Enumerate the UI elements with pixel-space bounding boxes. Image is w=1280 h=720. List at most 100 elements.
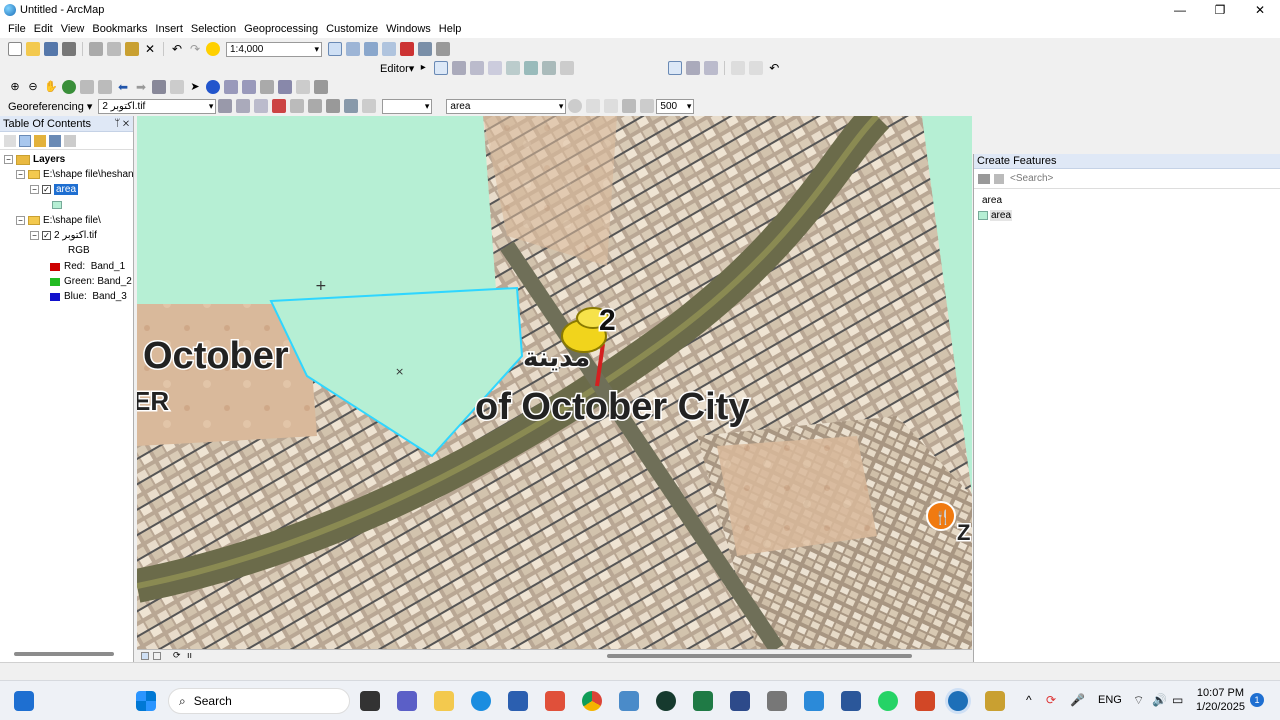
zoom-to-link-icon[interactable] — [308, 99, 323, 113]
link-table-icon[interactable] — [344, 99, 359, 113]
notepad-icon[interactable] — [804, 691, 824, 711]
rotate-view-icon[interactable] — [362, 99, 377, 113]
pause-icon[interactable]: ıı — [187, 650, 192, 660]
word-icon[interactable] — [841, 691, 861, 711]
swipe-icon[interactable] — [586, 99, 601, 113]
arcgis-admin-icon[interactable] — [985, 691, 1005, 711]
close-button[interactable]: ✕ — [1240, 0, 1280, 20]
organize-templates-icon[interactable] — [978, 173, 990, 184]
map-scrollbar[interactable]: ⟳ ıı — [137, 649, 972, 662]
flicker-rate-icon[interactable] — [640, 99, 655, 113]
rotate-raster-icon[interactable] — [218, 99, 233, 113]
refresh-icon[interactable]: ⟳ — [173, 650, 181, 661]
delete-link-icon[interactable] — [326, 99, 341, 113]
select-features-icon[interactable] — [152, 80, 166, 94]
undo-icon[interactable]: ↶ — [170, 42, 184, 56]
chrome-icon[interactable] — [582, 691, 602, 711]
menu-file[interactable]: File — [4, 23, 30, 35]
show-hidden-icons[interactable]: ^ — [1026, 693, 1032, 707]
list-by-visibility-icon[interactable] — [34, 134, 46, 147]
start-icon[interactable] — [136, 691, 156, 711]
collapse-icon[interactable]: − — [30, 231, 39, 240]
collapse-icon[interactable]: − — [16, 216, 25, 225]
cut-icon[interactable] — [89, 42, 103, 56]
collapse-icon[interactable]: − — [16, 170, 25, 179]
widgets-icon[interactable] — [14, 691, 34, 711]
scale-icon[interactable] — [254, 99, 269, 113]
target-layer-combo[interactable]: area — [446, 98, 567, 114]
full-extent-icon[interactable] — [62, 80, 76, 94]
transparency-icon[interactable] — [622, 99, 637, 113]
tree-layer-raster[interactable]: − ✓ اكتوبر 2.tif — [30, 228, 97, 243]
edit-undo-icon[interactable]: ↶ — [767, 61, 781, 75]
construct-icon[interactable] — [704, 61, 719, 75]
tree-group-heshan[interactable]: − E:\shape file\heshan — [16, 167, 134, 182]
html-popup-icon[interactable] — [224, 80, 238, 94]
georef-layer-combo[interactable]: اكتوبر 2.tif — [98, 98, 217, 114]
add-control-points-icon[interactable] — [272, 99, 287, 113]
open-icon[interactable] — [26, 42, 40, 56]
menu-windows[interactable]: Windows — [382, 23, 435, 35]
identify-icon[interactable] — [206, 80, 220, 94]
new-icon[interactable] — [8, 42, 22, 56]
goto-xy-icon[interactable] — [278, 80, 292, 94]
copy-icon[interactable] — [107, 42, 121, 56]
arcmap-taskbar-icon[interactable] — [948, 691, 968, 711]
vertex-icon[interactable] — [452, 61, 467, 75]
template-properties-icon[interactable] — [994, 173, 1004, 184]
cut-polygon-icon[interactable] — [749, 61, 764, 75]
arctoolbox-icon[interactable] — [400, 42, 414, 56]
time-slider-icon[interactable] — [296, 80, 310, 94]
snipping-tool-icon[interactable] — [545, 691, 565, 711]
reshape-icon[interactable] — [470, 61, 485, 75]
zoom-out-icon[interactable]: ⊖ — [26, 80, 40, 94]
zoom-in-icon[interactable]: ⊕ — [8, 80, 22, 94]
rotation-input[interactable] — [382, 98, 433, 114]
measure-icon[interactable] — [314, 80, 328, 94]
map-canvas[interactable]: × + October ER of October City مدينة 2 🍴… — [137, 116, 972, 649]
visibility-checkbox[interactable]: ✓ — [42, 231, 51, 240]
flicker-rate-input[interactable]: 500 — [656, 98, 695, 114]
sketch-props-icon[interactable] — [542, 61, 557, 75]
list-by-source-icon[interactable] — [19, 134, 31, 147]
list-by-selection-icon[interactable] — [49, 134, 61, 147]
editor-menu[interactable]: Editor▾ — [380, 62, 414, 75]
photos-icon[interactable] — [619, 691, 639, 711]
python-icon[interactable] — [418, 42, 432, 56]
snap-tool-icon[interactable] — [668, 61, 683, 75]
find-icon[interactable] — [242, 80, 256, 94]
taskview-icon[interactable] — [360, 691, 380, 711]
create-features-icon[interactable] — [560, 61, 575, 75]
notification-badge[interactable]: 1 — [1250, 693, 1264, 707]
delete-icon[interactable]: ✕ — [143, 42, 157, 56]
upwork-icon[interactable] — [656, 691, 676, 711]
network-tool-icon[interactable] — [767, 691, 787, 711]
tree-layer-area[interactable]: − ✓ area — [30, 182, 79, 197]
raster-label[interactable]: اكتوبر 2.tif — [54, 230, 97, 241]
area-symbol[interactable] — [52, 197, 66, 212]
horizontal-scroll-thumb[interactable] — [607, 654, 912, 658]
list-by-drawing-order-icon[interactable] — [4, 134, 16, 147]
georeferencing-menu[interactable]: Georeferencing ▾ — [8, 100, 92, 113]
menu-customize[interactable]: Customize — [322, 23, 382, 35]
modelbuilder-icon[interactable] — [436, 42, 450, 56]
menu-selection[interactable]: Selection — [187, 23, 240, 35]
visibility-checkbox[interactable]: ✓ — [42, 185, 51, 194]
file-explorer-icon[interactable] — [434, 691, 454, 711]
split-icon[interactable] — [488, 61, 503, 75]
add-data-icon[interactable] — [206, 42, 220, 56]
collapse-icon[interactable]: − — [4, 155, 13, 164]
taskbar-search[interactable]: ⌕ Search — [168, 688, 350, 714]
map-view[interactable]: × + October ER of October City مدينة 2 🍴… — [137, 116, 972, 649]
arccatalog-icon[interactable] — [730, 691, 750, 711]
print-icon[interactable] — [62, 42, 76, 56]
minimize-button[interactable]: — — [1160, 0, 1200, 20]
microphone-icon[interactable]: 🎤 — [1070, 693, 1085, 707]
toc-pin-close[interactable]: ᛘ ✕ — [114, 118, 129, 129]
excel-icon[interactable] — [693, 691, 713, 711]
collapse-icon[interactable]: − — [30, 185, 39, 194]
tree-group-shapefile[interactable]: − E:\shape file\ — [4, 213, 101, 228]
whatsapp-icon[interactable] — [878, 691, 898, 711]
save-icon[interactable] — [44, 42, 58, 56]
menu-help[interactable]: Help — [435, 23, 466, 35]
